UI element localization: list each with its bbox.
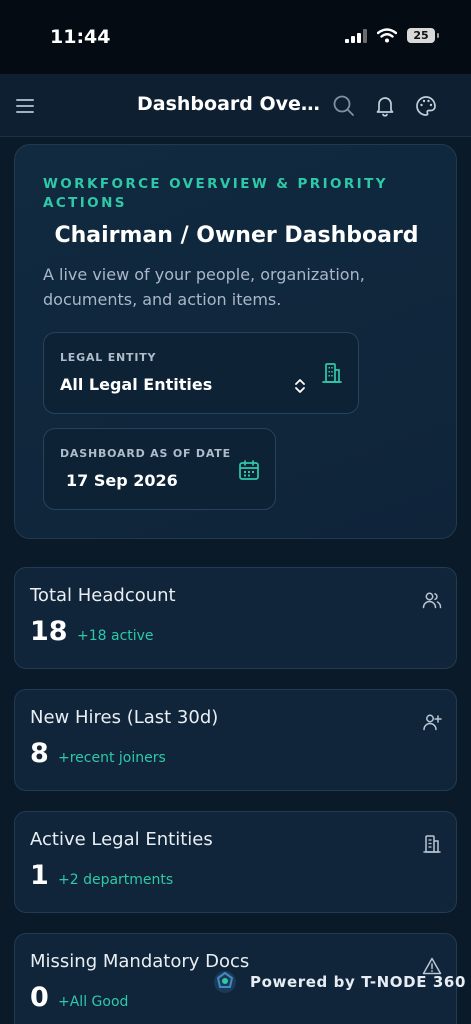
chevron-up-down-icon	[295, 379, 305, 393]
stat-title: New Hires (Last 30d)	[30, 707, 219, 728]
as-of-date-label: DASHBOARD AS OF DATE	[60, 447, 231, 460]
search-icon[interactable]	[332, 94, 356, 118]
battery-indicator: 25	[407, 28, 439, 43]
stat-value: 1	[30, 860, 49, 891]
as-of-date-value: 17 Sep 2026	[66, 471, 178, 490]
status-time: 11:44	[50, 26, 111, 48]
calendar-icon[interactable]	[237, 458, 261, 482]
legal-entity-value: All Legal Entities	[60, 375, 213, 394]
hero-title: Chairman / Owner Dashboard	[54, 223, 419, 248]
user-plus-icon	[423, 714, 442, 731]
stat-subtext: +recent joiners	[58, 750, 166, 766]
hero-eyebrow: WORKFORCE OVERVIEW & PRIORITY ACTIONS	[43, 176, 388, 211]
status-bar: 11:44 25	[0, 0, 471, 74]
brand-logo-icon	[214, 971, 236, 993]
bell-icon[interactable]	[374, 94, 396, 118]
stat-card-total-headcount[interactable]: Total Headcount 18 +18 active	[14, 567, 457, 669]
palette-icon[interactable]	[414, 94, 438, 118]
menu-icon[interactable]	[15, 96, 37, 116]
page-title: Dashboard Overview	[137, 93, 329, 115]
stat-subtext: +18 active	[77, 628, 154, 644]
stat-card-active-legal-entities[interactable]: Active Legal Entities 1 +2 departments	[14, 811, 457, 913]
stat-value: 18	[30, 616, 68, 647]
stat-subtext: +All Good	[58, 994, 129, 1010]
signal-icon	[345, 28, 367, 43]
stat-value: 0	[30, 982, 49, 1013]
app-bar: Dashboard Overview	[0, 74, 471, 137]
hero-description: A live view of your people, organization…	[43, 265, 365, 309]
stat-subtext: +2 departments	[58, 872, 174, 888]
status-icons: 25	[345, 28, 439, 43]
stat-title: Total Headcount	[30, 585, 176, 606]
stat-title: Active Legal Entities	[30, 829, 213, 850]
users-icon	[422, 592, 442, 609]
hero-card: WORKFORCE OVERVIEW & PRIORITY ACTIONS Ch…	[14, 144, 457, 539]
stat-value: 8	[30, 738, 49, 769]
stat-card-new-hires[interactable]: New Hires (Last 30d) 8 +recent joiners	[14, 689, 457, 791]
as-of-date-picker[interactable]: DASHBOARD AS OF DATE 17 Sep 2026	[43, 428, 276, 510]
wifi-icon	[377, 28, 397, 43]
building-icon	[423, 835, 441, 853]
powered-by-badge: Powered by T-NODE 360	[212, 969, 466, 995]
legal-entity-select[interactable]: LEGAL ENTITY All Legal Entities	[43, 332, 359, 414]
legal-entity-label: LEGAL ENTITY	[60, 351, 157, 364]
powered-by-text: Powered by T-NODE 360	[250, 973, 466, 991]
building-icon	[322, 363, 342, 383]
